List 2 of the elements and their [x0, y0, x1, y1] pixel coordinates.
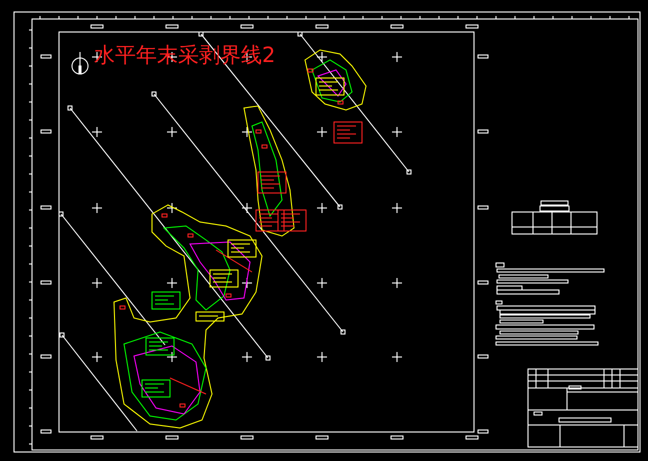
north-arrow-icon	[72, 52, 88, 74]
drawing-title: 水平年末采剥界线2	[94, 43, 276, 67]
